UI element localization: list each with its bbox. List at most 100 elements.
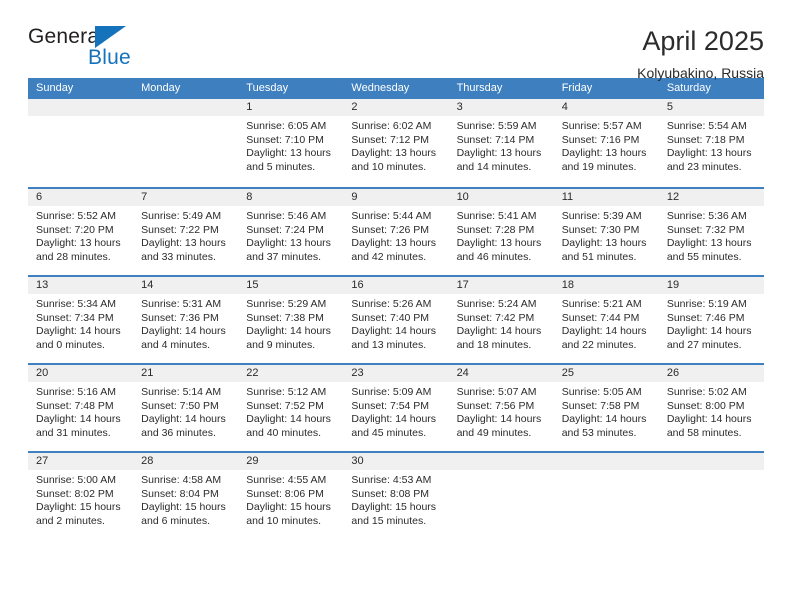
calendar-day-cell[interactable]: 24 Sunrise: 5:07 AM Sunset: 7:56 PM Dayligh… [448, 365, 554, 451]
day-detail-line: and 37 minutes. [246, 250, 321, 263]
calendar-day-cell[interactable]: 25 Sunrise: 5:05 AM Sunset: 7:58 PM Dayligh… [553, 365, 659, 451]
day-detail-line: Daylight: 13 hours [141, 237, 226, 250]
day-number: 3 [448, 99, 554, 116]
day-details: Sunrise: 5:34 AM Sunset: 7:34 PM Daylight:… [28, 294, 133, 352]
day-detail-line: Sunset: 7:30 PM [561, 223, 640, 236]
calendar-day-cell[interactable]: 21 Sunrise: 5:14 AM Sunset: 7:50 PM Dayligh… [133, 365, 239, 451]
calendar-day-cell[interactable]: 10 Sunrise: 5:41 AM Sunset: 7:28 PM Dayligh… [448, 189, 554, 275]
day-detail-line: Sunrise: 6:05 AM [246, 120, 327, 132]
day-details: Sunrise: 5:49 AM Sunset: 7:22 PM Daylight:… [133, 206, 238, 264]
calendar-week-row: 27 Sunrise: 5:00 AM Sunset: 8:02 PM Dayligh… [28, 451, 764, 539]
day-detail-line: and 28 minutes. [36, 250, 111, 263]
calendar-day-cell[interactable]: 18 Sunrise: 5:21 AM Sunset: 7:44 PM Dayligh… [553, 277, 659, 363]
calendar-day-cell[interactable]: 6 Sunrise: 5:52 AM Sunset: 7:20 PM Daylight… [28, 189, 134, 275]
day-details: Sunrise: 5:57 AM Sunset: 7:16 PM Daylight:… [554, 116, 659, 174]
day-detail-line: Daylight: 14 hours [36, 413, 121, 426]
day-details: Sunrise: 5:36 AM Sunset: 7:32 PM Daylight:… [659, 206, 764, 264]
day-detail-line: Daylight: 14 hours [141, 413, 226, 426]
day-detail-line: Sunrise: 5:36 AM [666, 210, 747, 222]
calendar-day-cell[interactable]: 2 Sunrise: 6:02 AM Sunset: 7:12 PM Daylight… [343, 99, 449, 187]
day-detail-line: and 14 minutes. [456, 160, 532, 173]
day-detail-line: Sunset: 7:12 PM [351, 133, 430, 146]
calendar-cell-empty [133, 99, 239, 187]
day-detail-line: Sunset: 7:58 PM [561, 399, 640, 412]
day-details: Sunrise: 5:12 AM Sunset: 7:52 PM Daylight:… [238, 382, 343, 440]
calendar-day-cell[interactable]: 3 Sunrise: 5:59 AM Sunset: 7:14 PM Daylight… [448, 99, 554, 187]
day-number: 9 [343, 189, 449, 206]
day-detail-line: Daylight: 15 hours [246, 501, 331, 514]
day-detail-line: Sunrise: 5:44 AM [351, 210, 432, 222]
day-details: Sunrise: 5:29 AM Sunset: 7:38 PM Daylight:… [238, 294, 343, 352]
day-detail-line: Daylight: 13 hours [351, 237, 437, 250]
day-detail-line: and 53 minutes. [561, 426, 637, 439]
day-number: 26 [658, 365, 764, 382]
day-detail-line: and 0 minutes. [36, 338, 105, 351]
calendar-day-cell[interactable]: 7 Sunrise: 5:49 AM Sunset: 7:22 PM Daylight… [133, 189, 239, 275]
calendar-day-cell[interactable]: 19 Sunrise: 5:19 AM Sunset: 7:46 PM Dayligh… [658, 277, 764, 363]
day-detail-line: Sunset: 7:54 PM [351, 399, 430, 412]
calendar-day-cell[interactable]: 26 Sunrise: 5:02 AM Sunset: 8:00 PM Dayligh… [658, 365, 764, 451]
calendar-day-cell[interactable]: 28 Sunrise: 4:58 AM Sunset: 8:04 PM Dayligh… [133, 453, 239, 539]
day-detail-line: Sunset: 7:50 PM [141, 399, 219, 412]
day-details: Sunrise: 5:00 AM Sunset: 8:02 PM Daylight:… [28, 470, 133, 528]
day-number: 23 [343, 365, 449, 382]
day-details [449, 470, 554, 474]
calendar-day-cell[interactable]: 13 Sunrise: 5:34 AM Sunset: 7:34 PM Dayligh… [28, 277, 134, 363]
day-detail-line: Sunrise: 5:31 AM [141, 298, 222, 310]
day-number: 28 [133, 453, 239, 470]
day-detail-line: Sunset: 8:06 PM [246, 487, 324, 500]
day-details: Sunrise: 5:19 AM Sunset: 7:46 PM Daylight:… [659, 294, 764, 352]
day-number: 18 [553, 277, 659, 294]
calendar-day-cell[interactable]: 22 Sunrise: 5:12 AM Sunset: 7:52 PM Dayligh… [238, 365, 344, 451]
calendar-day-cell[interactable]: 9 Sunrise: 5:44 AM Sunset: 7:26 PM Daylight… [343, 189, 449, 275]
calendar-day-cell[interactable]: 8 Sunrise: 5:46 AM Sunset: 7:24 PM Daylight… [238, 189, 344, 275]
day-detail-line: Sunrise: 5:54 AM [666, 120, 747, 132]
calendar-day-cell[interactable]: 17 Sunrise: 5:24 AM Sunset: 7:42 PM Dayligh… [448, 277, 554, 363]
day-detail-line: Sunrise: 5:24 AM [456, 298, 537, 310]
day-detail-line: Daylight: 13 hours [246, 147, 331, 160]
day-detail-line: Sunrise: 5:29 AM [246, 298, 327, 310]
day-detail-line: Daylight: 14 hours [246, 325, 331, 338]
day-detail-line: and 22 minutes. [561, 338, 637, 351]
calendar-page: General Blue April 2025 Kolyubakino, Rus… [0, 0, 792, 612]
day-detail-line: Sunset: 7:16 PM [561, 133, 640, 146]
day-number: 24 [448, 365, 554, 382]
day-detail-line: Sunset: 7:46 PM [666, 311, 745, 324]
calendar-day-cell[interactable]: 29 Sunrise: 4:55 AM Sunset: 8:06 PM Dayligh… [238, 453, 344, 539]
day-details: Sunrise: 5:05 AM Sunset: 7:58 PM Daylight:… [554, 382, 659, 440]
day-detail-line: Daylight: 13 hours [36, 237, 121, 250]
calendar-day-cell[interactable]: 5 Sunrise: 5:54 AM Sunset: 7:18 PM Daylight… [658, 99, 764, 187]
day-number: 15 [238, 277, 344, 294]
calendar-day-cell[interactable]: 14 Sunrise: 5:31 AM Sunset: 7:36 PM Dayligh… [133, 277, 239, 363]
day-details: Sunrise: 4:58 AM Sunset: 8:04 PM Daylight:… [133, 470, 238, 528]
day-detail-line: and 5 minutes. [246, 160, 316, 173]
day-detail-line: Sunset: 7:22 PM [141, 223, 219, 236]
day-details: Sunrise: 6:05 AM Sunset: 7:10 PM Daylight:… [238, 116, 343, 174]
day-number: 10 [448, 189, 554, 206]
day-details: Sunrise: 5:41 AM Sunset: 7:28 PM Daylight:… [449, 206, 554, 264]
calendar-day-cell[interactable]: 12 Sunrise: 5:36 AM Sunset: 7:32 PM Dayligh… [658, 189, 764, 275]
day-number [28, 99, 134, 116]
day-detail-line: Sunrise: 5:12 AM [246, 386, 327, 398]
calendar-day-cell[interactable]: 4 Sunrise: 5:57 AM Sunset: 7:16 PM Daylight… [553, 99, 659, 187]
calendar-day-cell[interactable]: 11 Sunrise: 5:39 AM Sunset: 7:30 PM Dayligh… [553, 189, 659, 275]
calendar-day-cell[interactable]: 20 Sunrise: 5:16 AM Sunset: 7:48 PM Dayligh… [28, 365, 134, 451]
calendar-day-cell[interactable]: 27 Sunrise: 5:00 AM Sunset: 8:02 PM Dayligh… [28, 453, 134, 539]
day-detail-line: Sunrise: 5:39 AM [561, 210, 642, 222]
day-number: 30 [343, 453, 449, 470]
calendar-day-cell[interactable]: 1 Sunrise: 6:05 AM Sunset: 7:10 PM Daylight… [238, 99, 344, 187]
calendar-day-cell[interactable]: 16 Sunrise: 5:26 AM Sunset: 7:40 PM Dayligh… [343, 277, 449, 363]
weekday-header-tuesday: Tuesday [246, 82, 289, 94]
day-number [133, 99, 239, 116]
calendar-day-cell[interactable]: 30 Sunrise: 4:53 AM Sunset: 8:08 PM Dayligh… [343, 453, 449, 539]
calendar-cell-empty [28, 99, 134, 187]
calendar-day-cell[interactable]: 23 Sunrise: 5:09 AM Sunset: 7:54 PM Dayligh… [343, 365, 449, 451]
day-detail-line: Sunset: 8:02 PM [36, 487, 114, 500]
calendar-day-cell[interactable]: 15 Sunrise: 5:29 AM Sunset: 7:38 PM Dayligh… [238, 277, 344, 363]
day-detail-line: Sunset: 7:10 PM [246, 133, 324, 146]
day-detail-line: Daylight: 13 hours [666, 147, 752, 160]
day-detail-line: Daylight: 14 hours [351, 413, 437, 426]
day-detail-line: Sunset: 7:32 PM [666, 223, 745, 236]
day-detail-line: Sunrise: 5:52 AM [36, 210, 116, 222]
brand-logo[interactable]: General Blue [28, 25, 168, 75]
